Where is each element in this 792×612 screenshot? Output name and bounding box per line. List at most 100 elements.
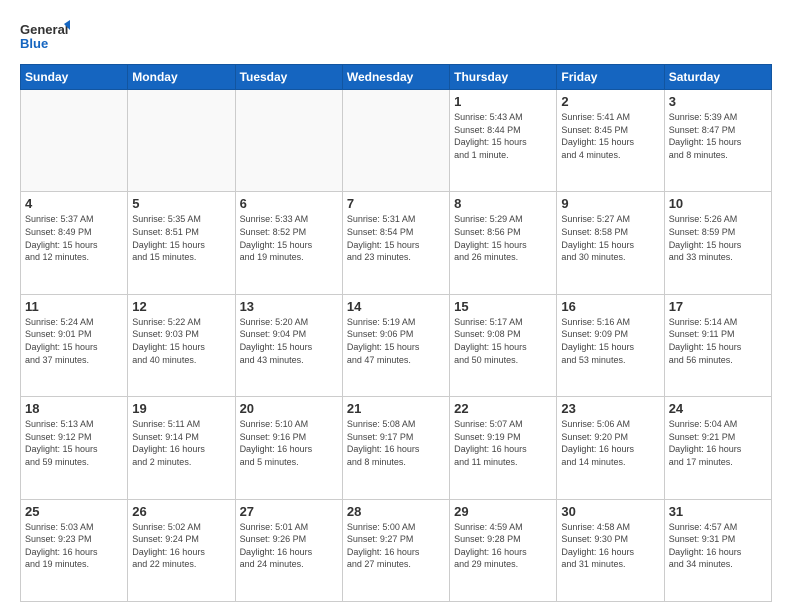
day-number: 28 — [347, 504, 445, 519]
day-cell: 16 Sunrise: 5:16 AM Sunset: 9:09 PM Dayli… — [557, 294, 664, 396]
day-number: 21 — [347, 401, 445, 416]
day-info: Sunrise: 5:35 AM Sunset: 8:51 PM Dayligh… — [132, 213, 230, 263]
day-info: Sunrise: 4:58 AM Sunset: 9:30 PM Dayligh… — [561, 521, 659, 571]
day-number: 30 — [561, 504, 659, 519]
day-number: 15 — [454, 299, 552, 314]
day-number: 27 — [240, 504, 338, 519]
col-header-friday: Friday — [557, 65, 664, 90]
day-number: 17 — [669, 299, 767, 314]
day-info: Sunrise: 5:16 AM Sunset: 9:09 PM Dayligh… — [561, 316, 659, 366]
day-cell: 23 Sunrise: 5:06 AM Sunset: 9:20 PM Dayli… — [557, 397, 664, 499]
calendar-table: SundayMondayTuesdayWednesdayThursdayFrid… — [20, 64, 772, 602]
day-number: 5 — [132, 196, 230, 211]
col-header-monday: Monday — [128, 65, 235, 90]
day-cell: 6 Sunrise: 5:33 AM Sunset: 8:52 PM Daylig… — [235, 192, 342, 294]
week-row-3: 18 Sunrise: 5:13 AM Sunset: 9:12 PM Dayli… — [21, 397, 772, 499]
day-cell: 15 Sunrise: 5:17 AM Sunset: 9:08 PM Dayli… — [450, 294, 557, 396]
day-number: 11 — [25, 299, 123, 314]
day-number: 25 — [25, 504, 123, 519]
day-cell: 3 Sunrise: 5:39 AM Sunset: 8:47 PM Daylig… — [664, 90, 771, 192]
day-cell: 11 Sunrise: 5:24 AM Sunset: 9:01 PM Dayli… — [21, 294, 128, 396]
day-number: 2 — [561, 94, 659, 109]
day-cell: 14 Sunrise: 5:19 AM Sunset: 9:06 PM Dayli… — [342, 294, 449, 396]
day-cell: 26 Sunrise: 5:02 AM Sunset: 9:24 PM Dayli… — [128, 499, 235, 601]
day-cell: 20Sunrise: 5:10 AM Sunset: 9:16 PM Dayli… — [235, 397, 342, 499]
day-number: 8 — [454, 196, 552, 211]
day-cell: 10Sunrise: 5:26 AM Sunset: 8:59 PM Dayli… — [664, 192, 771, 294]
day-number: 13 — [240, 299, 338, 314]
day-info: Sunrise: 5:37 AM Sunset: 8:49 PM Dayligh… — [25, 213, 123, 263]
day-info: Sunrise: 5:39 AM Sunset: 8:47 PM Dayligh… — [669, 111, 767, 161]
day-info: Sunrise: 5:31 AM Sunset: 8:54 PM Dayligh… — [347, 213, 445, 263]
day-cell: 25 Sunrise: 5:03 AM Sunset: 9:23 PM Dayli… — [21, 499, 128, 601]
day-cell: 5 Sunrise: 5:35 AM Sunset: 8:51 PM Daylig… — [128, 192, 235, 294]
day-info: Sunrise: 5:33 AM Sunset: 8:52 PM Dayligh… — [240, 213, 338, 263]
col-header-wednesday: Wednesday — [342, 65, 449, 90]
day-cell — [342, 90, 449, 192]
day-number: 4 — [25, 196, 123, 211]
day-number: 12 — [132, 299, 230, 314]
day-number: 19 — [132, 401, 230, 416]
logo: General Blue — [20, 18, 70, 56]
day-number: 14 — [347, 299, 445, 314]
day-info: Sunrise: 5:02 AM Sunset: 9:24 PM Dayligh… — [132, 521, 230, 571]
day-info: Sunrise: 5:01 AM Sunset: 9:26 PM Dayligh… — [240, 521, 338, 571]
day-cell: 19 Sunrise: 5:11 AM Sunset: 9:14 PM Dayli… — [128, 397, 235, 499]
day-number: 16 — [561, 299, 659, 314]
day-info: Sunrise: 5:24 AM Sunset: 9:01 PM Dayligh… — [25, 316, 123, 366]
day-info: Sunrise: 5:17 AM Sunset: 9:08 PM Dayligh… — [454, 316, 552, 366]
day-cell: 27 Sunrise: 5:01 AM Sunset: 9:26 PM Dayli… — [235, 499, 342, 601]
day-number: 26 — [132, 504, 230, 519]
day-number: 3 — [669, 94, 767, 109]
day-info: Sunrise: 5:08 AM Sunset: 9:17 PM Dayligh… — [347, 418, 445, 468]
day-number: 6 — [240, 196, 338, 211]
day-info: Sunrise: 4:57 AM Sunset: 9:31 PM Dayligh… — [669, 521, 767, 571]
day-info: Sunrise: 5:03 AM Sunset: 9:23 PM Dayligh… — [25, 521, 123, 571]
day-cell: 30 Sunrise: 4:58 AM Sunset: 9:30 PM Dayli… — [557, 499, 664, 601]
week-row-4: 25 Sunrise: 5:03 AM Sunset: 9:23 PM Dayli… — [21, 499, 772, 601]
week-row-2: 11 Sunrise: 5:24 AM Sunset: 9:01 PM Dayli… — [21, 294, 772, 396]
week-row-0: 1Sunrise: 5:43 AM Sunset: 8:44 PM Daylig… — [21, 90, 772, 192]
day-number: 9 — [561, 196, 659, 211]
day-info: Sunrise: 5:19 AM Sunset: 9:06 PM Dayligh… — [347, 316, 445, 366]
day-number: 31 — [669, 504, 767, 519]
day-cell: 8Sunrise: 5:29 AM Sunset: 8:56 PM Daylig… — [450, 192, 557, 294]
day-number: 23 — [561, 401, 659, 416]
day-cell: 29 Sunrise: 4:59 AM Sunset: 9:28 PM Dayli… — [450, 499, 557, 601]
day-cell — [128, 90, 235, 192]
day-info: Sunrise: 5:13 AM Sunset: 9:12 PM Dayligh… — [25, 418, 123, 468]
day-cell: 2 Sunrise: 5:41 AM Sunset: 8:45 PM Daylig… — [557, 90, 664, 192]
day-cell: 21 Sunrise: 5:08 AM Sunset: 9:17 PM Dayli… — [342, 397, 449, 499]
day-cell: 1Sunrise: 5:43 AM Sunset: 8:44 PM Daylig… — [450, 90, 557, 192]
col-header-tuesday: Tuesday — [235, 65, 342, 90]
day-info: Sunrise: 4:59 AM Sunset: 9:28 PM Dayligh… — [454, 521, 552, 571]
day-info: Sunrise: 5:04 AM Sunset: 9:21 PM Dayligh… — [669, 418, 767, 468]
day-info: Sunrise: 5:43 AM Sunset: 8:44 PM Dayligh… — [454, 111, 552, 161]
day-cell: 9 Sunrise: 5:27 AM Sunset: 8:58 PM Daylig… — [557, 192, 664, 294]
day-cell — [21, 90, 128, 192]
day-info: Sunrise: 5:10 AM Sunset: 9:16 PM Dayligh… — [240, 418, 338, 468]
day-info: Sunrise: 5:06 AM Sunset: 9:20 PM Dayligh… — [561, 418, 659, 468]
day-cell: 13Sunrise: 5:20 AM Sunset: 9:04 PM Dayli… — [235, 294, 342, 396]
day-cell: 12 Sunrise: 5:22 AM Sunset: 9:03 PM Dayli… — [128, 294, 235, 396]
day-info: Sunrise: 5:00 AM Sunset: 9:27 PM Dayligh… — [347, 521, 445, 571]
day-cell — [235, 90, 342, 192]
svg-text:General: General — [20, 22, 68, 37]
day-number: 29 — [454, 504, 552, 519]
day-cell: 24 Sunrise: 5:04 AM Sunset: 9:21 PM Dayli… — [664, 397, 771, 499]
day-cell: 31 Sunrise: 4:57 AM Sunset: 9:31 PM Dayli… — [664, 499, 771, 601]
day-cell: 17Sunrise: 5:14 AM Sunset: 9:11 PM Dayli… — [664, 294, 771, 396]
col-header-thursday: Thursday — [450, 65, 557, 90]
day-number: 24 — [669, 401, 767, 416]
day-cell: 22Sunrise: 5:07 AM Sunset: 9:19 PM Dayli… — [450, 397, 557, 499]
day-cell: 18 Sunrise: 5:13 AM Sunset: 9:12 PM Dayli… — [21, 397, 128, 499]
week-row-1: 4 Sunrise: 5:37 AM Sunset: 8:49 PM Daylig… — [21, 192, 772, 294]
day-info: Sunrise: 5:27 AM Sunset: 8:58 PM Dayligh… — [561, 213, 659, 263]
calendar-header-row: SundayMondayTuesdayWednesdayThursdayFrid… — [21, 65, 772, 90]
day-info: Sunrise: 5:41 AM Sunset: 8:45 PM Dayligh… — [561, 111, 659, 161]
day-info: Sunrise: 5:11 AM Sunset: 9:14 PM Dayligh… — [132, 418, 230, 468]
day-info: Sunrise: 5:22 AM Sunset: 9:03 PM Dayligh… — [132, 316, 230, 366]
day-info: Sunrise: 5:07 AM Sunset: 9:19 PM Dayligh… — [454, 418, 552, 468]
header: General Blue — [20, 18, 772, 56]
day-number: 18 — [25, 401, 123, 416]
